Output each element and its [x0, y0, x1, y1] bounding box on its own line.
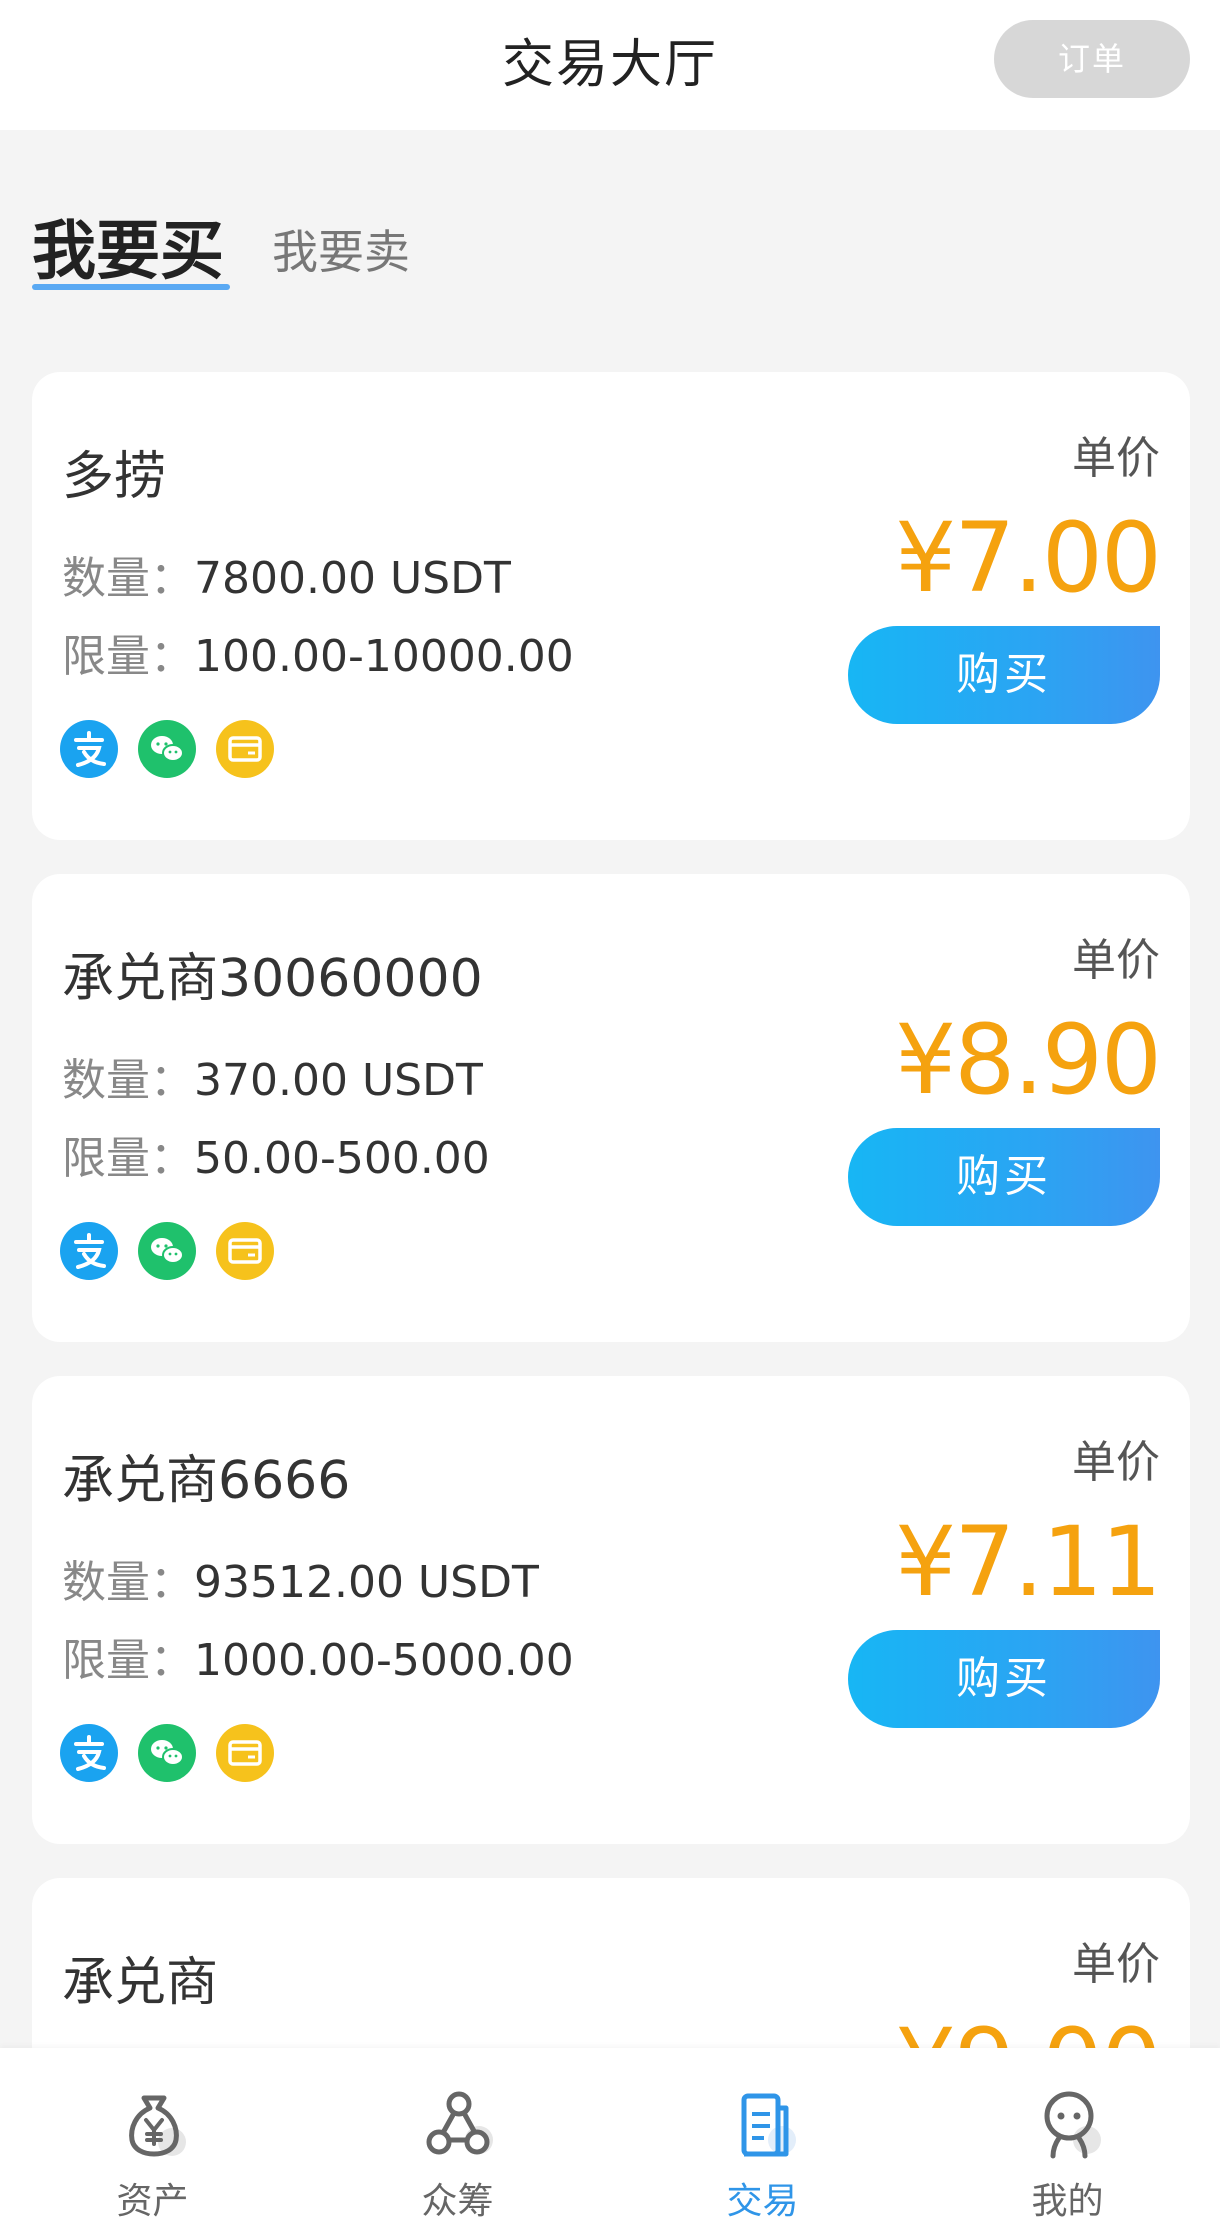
unit-price-label: 单价: [1072, 433, 1160, 484]
buy-button[interactable]: 购买: [848, 626, 1160, 724]
limit-label: 限量：: [62, 1133, 194, 1184]
limit-value: 1000.00-5000.00: [194, 1635, 574, 1686]
limit-label: 限量：: [62, 1635, 194, 1686]
orders-button[interactable]: 订单: [994, 20, 1190, 98]
alipay-icon: [60, 1724, 118, 1782]
nav-label: 我的: [1031, 2181, 1104, 2222]
offer-card: 多捞 数量：7800.00 USDT 限量：100.00-10000.00 单价…: [32, 372, 1190, 840]
unit-price-label: 单价: [1072, 1437, 1160, 1488]
bank-card-icon: [216, 720, 274, 778]
nav-label: 资产: [116, 2181, 189, 2222]
buy-button[interactable]: 购买: [848, 1128, 1160, 1226]
limit-value: 50.00-500.00: [194, 1133, 490, 1184]
nav-label: 众筹: [421, 2181, 494, 2222]
bottom-nav: 资产 众筹 交易 我的: [0, 2048, 1220, 2235]
nav-item-crowdfunding[interactable]: 众筹: [305, 2048, 610, 2235]
quantity-row: 数量：7800.00 USDT: [62, 542, 511, 606]
limit-row: 限量：1000.00-5000.00: [62, 1624, 574, 1688]
quantity-label: 数量：: [62, 1557, 194, 1608]
offer-card: 承兑商6666 数量：93512.00 USDT 限量：1000.00-5000…: [32, 1376, 1190, 1844]
nav-item-trade[interactable]: 交易: [610, 2048, 915, 2235]
quantity-value: 93512.00 USDT: [194, 1557, 539, 1608]
quantity-label: 数量：: [62, 553, 194, 604]
bank-card-icon: [216, 1724, 274, 1782]
quantity-label: 数量：: [62, 1055, 194, 1106]
nav-label: 交易: [726, 2181, 799, 2222]
bank-card-icon: [216, 1222, 274, 1280]
buy-button[interactable]: 购买: [848, 1630, 1160, 1728]
quantity-row: 数量：370.00 USDT: [62, 1044, 483, 1108]
offer-card: 承兑商30060000 数量：370.00 USDT 限量：50.00-500.…: [32, 874, 1190, 1342]
limit-row: 限量：100.00-10000.00: [62, 620, 574, 684]
unit-price-label: 单价: [1072, 1939, 1160, 1990]
header: 交易大厅 订单: [0, 0, 1220, 130]
trade-document-icon: [741, 2093, 796, 2157]
trading-hall-page: 交易大厅 订单 我要买 我要卖 多捞 数量：7800.00 USDT 限量：10…: [0, 0, 1220, 2235]
quantity-row: 数量：93512.00 USDT: [62, 1546, 539, 1610]
alipay-icon: [60, 1222, 118, 1280]
unit-price-label: 单价: [1072, 935, 1160, 986]
merchant-name: 多捞: [62, 447, 167, 507]
merchant-name: 承兑商6666: [62, 1451, 351, 1511]
unit-price: ¥7.11: [895, 1506, 1162, 1618]
wechat-pay-icon: [138, 720, 196, 778]
wechat-pay-icon: [138, 1222, 196, 1280]
unit-price: ¥8.90: [895, 1004, 1162, 1116]
limit-label: 限量：: [62, 631, 194, 682]
nav-item-profile[interactable]: 我的: [915, 2048, 1220, 2235]
merchant-name: 承兑商30060000: [62, 949, 483, 1009]
profile-icon: [1044, 2091, 1101, 2159]
limit-value: 100.00-10000.00: [194, 631, 574, 682]
alipay-icon: [60, 720, 118, 778]
wechat-pay-icon: [138, 1724, 196, 1782]
money-bag-icon: [129, 2095, 186, 2157]
limit-row: 限量：50.00-500.00: [62, 1122, 490, 1186]
unit-price: ¥7.00: [895, 502, 1162, 614]
tab-buy[interactable]: 我要买: [32, 200, 224, 292]
tab-sell[interactable]: 我要卖: [272, 216, 410, 282]
active-tab-indicator: [32, 284, 230, 290]
quantity-value: 7800.00 USDT: [194, 553, 511, 604]
crowdfunding-icon: [426, 2091, 493, 2155]
nav-item-assets[interactable]: 资产: [0, 2048, 305, 2235]
merchant-name: 承兑商: [62, 1953, 219, 2013]
quantity-value: 370.00 USDT: [194, 1055, 483, 1106]
